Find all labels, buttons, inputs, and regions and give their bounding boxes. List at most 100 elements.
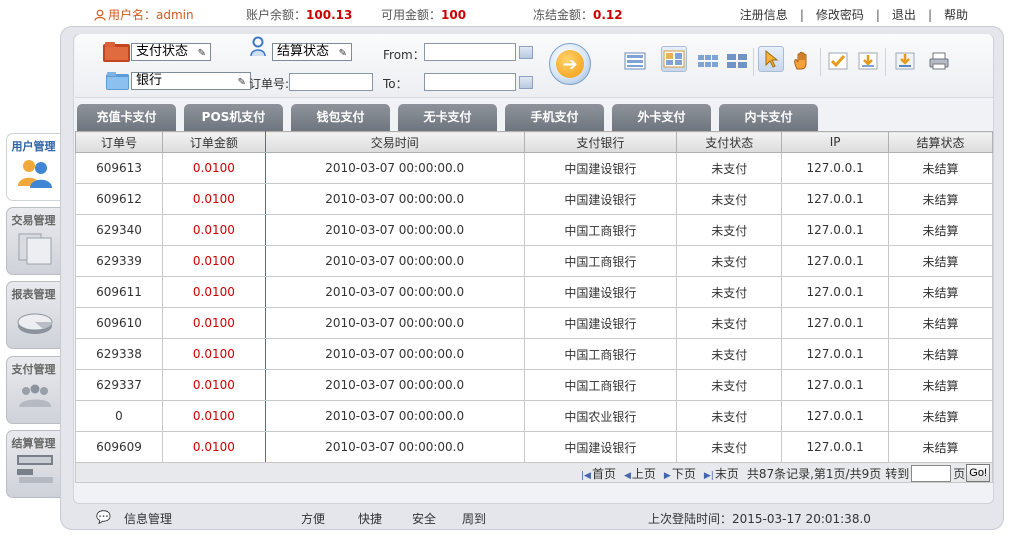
last-page-link[interactable]: ▶|末页 [704,465,739,482]
calendar-icon[interactable] [519,46,533,59]
table-row[interactable]: 609613 0.0100 2010-03-07 00:00:00.0 中国建设银行未… [75,152,993,184]
transaction-table: 订单号 订单金额 交易时间 支付银行 支付状态 IP 结算状态 609613 0.… [75,131,993,463]
grid-view-icon[interactable] [661,46,687,72]
tab-pos-payment[interactable]: POS机支付 [184,104,283,131]
tile-view-glyph [698,55,718,67]
info-management-link[interactable]: 信息管理 [124,510,172,527]
settle-status-cell: 未结算 [888,245,993,277]
page-number-input[interactable] [911,464,952,482]
hand-icon[interactable] [789,48,815,74]
user-icon [94,9,106,21]
tile-view-icon[interactable] [695,48,721,74]
col-order-amount[interactable]: 订单金额 [161,131,266,153]
tab-card-recharge[interactable]: 充值卡支付 [77,104,176,131]
col-settle-status[interactable]: 结算状态 [888,131,993,153]
col-pay-bank[interactable]: 支付银行 [523,131,678,153]
to-date-input[interactable] [424,73,516,91]
print-glyph [929,52,949,70]
col-order-number[interactable]: 订单号 [75,131,163,153]
trade-time-cell: 2010-03-07 00:00:00.0 [264,276,525,308]
ip-cell: 127.0.0.1 [781,183,890,215]
first-page-label: 首页 [591,466,616,481]
table-row[interactable]: 629338 0.0100 2010-03-07 00:00:00.0 中国工商银行未… [75,338,993,370]
next-page-link[interactable]: ▶下页 [664,465,696,482]
col-ip[interactable]: IP [781,131,890,153]
username: admin [156,8,194,22]
link-help[interactable]: 帮助 [944,8,968,22]
list-view-icon[interactable] [622,48,648,74]
detail-view-icon[interactable] [724,48,750,74]
table-row[interactable]: 609609 0.0100 2010-03-07 00:00:00.0 中国建设银行未… [75,431,993,463]
table-row[interactable]: 629340 0.0100 2010-03-07 00:00:00.0 中国工商银行未… [75,214,993,246]
tab-mobile-payment[interactable]: 手机支付 [505,104,604,131]
next-page-icon: ▶ [663,470,671,481]
link-register-info[interactable]: 注册信息 [740,8,788,22]
tab-foreign-card-payment[interactable]: 外卡支付 [612,104,711,131]
settle-status-select[interactable]: 结算状态 ✎ [272,43,352,61]
prev-page-link[interactable]: ◀上页 [624,465,656,482]
bank-select[interactable]: 银行 ✎ [131,72,251,90]
table-row[interactable]: 629337 0.0100 2010-03-07 00:00:00.0 中国工商银行未… [75,369,993,401]
from-date-input[interactable] [424,43,516,61]
col-pay-status[interactable]: 支付状态 [676,131,783,153]
order-number-input[interactable] [289,73,373,91]
first-page-link[interactable]: |◀首页 [581,465,616,482]
sidebar-item-label: 交易管理 [11,214,56,227]
pay-status-select[interactable]: 支付状态 ✎ [131,43,211,61]
record-summary: 共87条记录,第1页/共9页 [746,466,882,481]
sidebar-item-payment-management[interactable]: 支付管理 [6,356,60,424]
tab-domestic-card-payment[interactable]: 内卡支付 [719,104,818,131]
footer-word-convenient: 方便 [301,512,326,526]
last-login-time: 上次登陆时间：2015-03-17 20:01:38.0 [648,512,871,526]
sidebar-item-label: 用户管理 [11,140,56,153]
tab-cardless-payment[interactable]: 无卡支付 [398,104,497,131]
sidebar-item-user-management[interactable]: 用户管理 [6,133,60,201]
arrow-right-icon: ➔ [556,50,584,78]
settle-status-cell: 未结算 [888,183,993,215]
users-icon [18,160,52,188]
search-go-button[interactable]: ➔ [549,43,591,85]
ip-cell: 127.0.0.1 [781,214,890,246]
last-page-label: 末页 [714,466,739,481]
link-logout[interactable]: 退出 [892,8,916,22]
separator: | [799,8,804,22]
sidebar-item-label: 结算管理 [11,437,56,450]
sidebar-item-trade-management[interactable]: 交易管理 [6,207,60,275]
dropdown-icon: ✎ [338,48,347,59]
trade-time-cell: 2010-03-07 00:00:00.0 [264,152,525,184]
sidebar-item-report-management[interactable]: 报表管理 [6,281,60,349]
pointer-icon[interactable] [758,46,784,72]
settle-status-cell: 未结算 [888,431,993,463]
bank-value: 银行 [136,73,163,88]
import-icon[interactable] [855,48,881,74]
table-row[interactable]: 0 0.0100 2010-03-07 00:00:00.0 中国农业银行 未支付 127… [75,400,993,432]
user-info: 用户名：admin [94,6,194,23]
table-row[interactable]: 609611 0.0100 2010-03-07 00:00:00.0 中国建设银行未… [75,276,993,308]
pay-status-cell: 未支付 [676,152,783,184]
tab-wallet-payment[interactable]: 钱包支付 [291,104,390,131]
check-icon[interactable] [825,48,851,74]
pay-bank-cell: 中国工商银行 [523,214,678,246]
table-row[interactable]: 609610 0.0100 2010-03-07 00:00:00.0 中国建设银行未… [75,307,993,339]
pay-status-cell: 未支付 [676,431,783,463]
trade-time-cell: 2010-03-07 00:00:00.0 [264,245,525,277]
order-number-cell: 629339 [75,245,163,277]
balance-label: 账户余额： [246,8,307,22]
pay-bank-cell: 中国工商银行 [523,338,678,370]
col-trade-time[interactable]: 交易时间 [264,131,525,153]
sidebar-item-settlement-management[interactable]: 结算管理 [6,430,60,498]
settlement-icon [17,455,53,483]
pointer-glyph [765,49,779,68]
download-icon[interactable] [892,48,918,74]
trade-time-cell: 2010-03-07 00:00:00.0 [264,307,525,339]
link-change-password[interactable]: 修改密码 [816,8,864,22]
table-row[interactable]: 629339 0.0100 2010-03-07 00:00:00.0 中国工商银行未… [75,245,993,277]
pay-status-cell: 未支付 [676,400,783,432]
chat-icon: 💬 [96,510,111,524]
print-icon[interactable] [926,48,952,74]
table-row[interactable]: 609612 0.0100 2010-03-07 00:00:00.0 中国建设银行未… [75,183,993,215]
top-links: 注册信息 | 修改密码 | 退出 | 帮助 [740,6,968,23]
go-page-button[interactable]: Go! [966,464,990,482]
calendar-icon[interactable] [519,76,533,89]
dropdown-icon: ✎ [237,77,246,88]
